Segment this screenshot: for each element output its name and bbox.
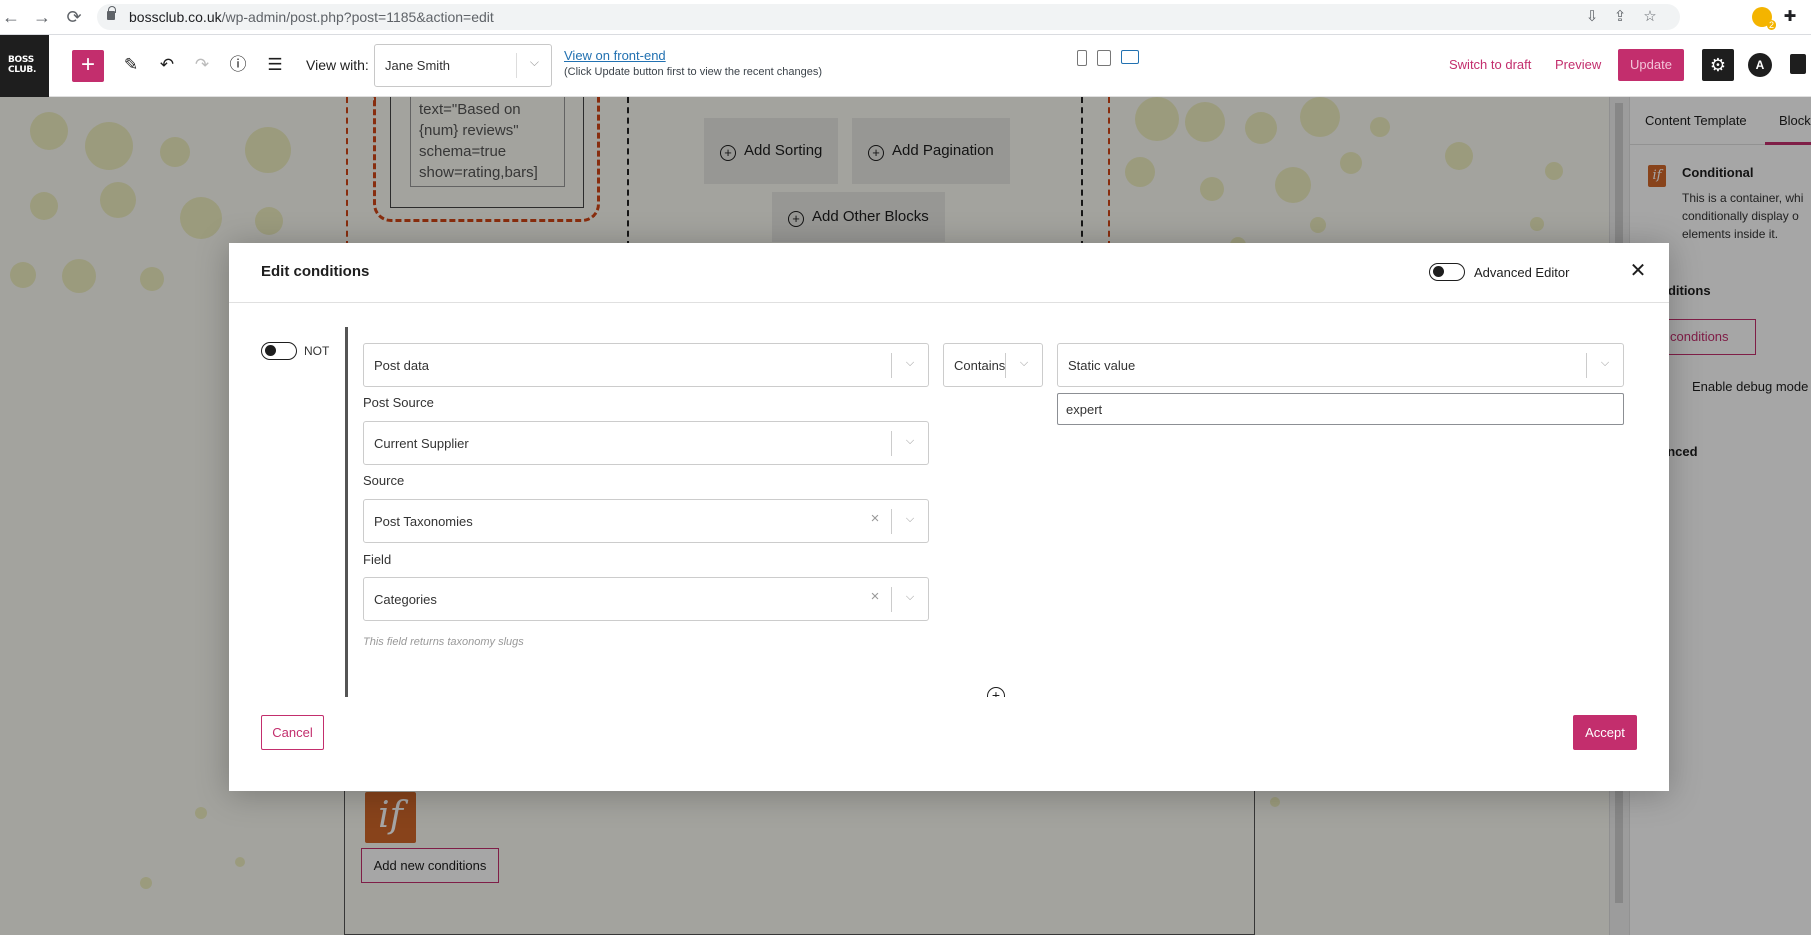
- preview-button[interactable]: Preview: [1555, 57, 1601, 72]
- block-inserter-button[interactable]: +: [72, 50, 104, 82]
- update-button[interactable]: Update: [1618, 49, 1684, 81]
- close-icon[interactable]: ✕: [1626, 259, 1650, 283]
- compare-type-value: Static value: [1068, 358, 1136, 373]
- field-value: Categories: [374, 592, 437, 607]
- extension-icon[interactable]: 2: [1752, 7, 1776, 30]
- compare-type-select[interactable]: Static value ⌵: [1057, 343, 1624, 387]
- toggle-knob: [265, 345, 276, 356]
- undo-icon[interactable]: ↶: [155, 53, 179, 77]
- advanced-editor-label: Advanced Editor: [1474, 265, 1570, 280]
- toggle-knob: [1433, 266, 1444, 277]
- chevron-down-icon[interactable]: ⌵: [530, 55, 539, 70]
- view-with-select[interactable]: Jane Smith ⌵: [374, 44, 552, 87]
- post-source-select[interactable]: Current Supplier ⌵: [363, 421, 929, 465]
- reload-icon[interactable]: ⟳: [63, 6, 85, 28]
- bookmark-star-icon[interactable]: ☆: [1640, 7, 1660, 27]
- clear-icon[interactable]: ×: [868, 511, 882, 526]
- clear-icon[interactable]: ×: [868, 589, 882, 604]
- accept-button[interactable]: Accept: [1573, 715, 1637, 750]
- mobile-preview-icon[interactable]: [1077, 50, 1087, 66]
- source-label: Source: [363, 473, 405, 488]
- address-bar[interactable]: bossclub.co.uk/wp-admin/post.php?post=11…: [97, 4, 1680, 30]
- chevron-down-icon[interactable]: ⌵: [903, 434, 917, 448]
- field-label: Field: [363, 552, 392, 567]
- field-select[interactable]: Categories × ⌵: [363, 577, 929, 621]
- astra-settings-icon[interactable]: A: [1748, 53, 1772, 77]
- source-select[interactable]: Post Taxonomies × ⌵: [363, 499, 929, 543]
- site-logo[interactable]: BOSS CLUB.: [0, 35, 49, 97]
- advanced-editor-toggle[interactable]: [1429, 263, 1465, 281]
- chevron-down-icon[interactable]: ⌵: [903, 512, 917, 526]
- details-info-icon[interactable]: ⓘ: [226, 53, 250, 77]
- add-condition-plus-icon[interactable]: +: [987, 687, 1005, 697]
- field-help-text: This field returns taxonomy slugs: [363, 636, 524, 648]
- view-front-end-link[interactable]: View on front-end: [564, 48, 666, 63]
- select-separator: [891, 353, 892, 378]
- view-with-value: Jane Smith: [385, 58, 451, 73]
- select-separator: [891, 509, 892, 534]
- settings-gear-icon[interactable]: ⚙: [1702, 49, 1734, 81]
- modal-title: Edit conditions: [261, 263, 370, 280]
- chevron-down-icon[interactable]: ⌵: [903, 590, 917, 604]
- redo-icon[interactable]: ↷: [190, 53, 214, 77]
- chevron-down-icon[interactable]: ⌵: [903, 356, 917, 370]
- operator-value: Contains: [954, 358, 1006, 373]
- source-value: Post Taxonomies: [374, 514, 473, 529]
- lock-icon: [107, 6, 116, 20]
- chevron-down-icon[interactable]: ⌵: [1598, 356, 1612, 370]
- select-separator: [891, 431, 892, 456]
- not-toggle[interactable]: [261, 342, 297, 360]
- install-icon[interactable]: ⇩: [1582, 7, 1602, 27]
- chevron-down-icon[interactable]: ⌵: [1017, 356, 1031, 370]
- select-separator: [1005, 353, 1006, 378]
- modal-header: Edit conditions Advanced Editor ✕: [229, 243, 1669, 303]
- select-separator: [516, 53, 517, 78]
- url-host: bossclub.co.uk: [129, 9, 222, 25]
- editor-header: BOSS CLUB. + ✎ ↶ ↷ ⓘ ☰ View with: Jane S…: [0, 35, 1811, 97]
- url-path: /wp-admin/post.php?post=1185&action=edit: [221, 9, 494, 25]
- select-separator: [891, 587, 892, 612]
- cancel-button[interactable]: Cancel: [261, 715, 324, 750]
- operator-select[interactable]: Contains ⌵: [943, 343, 1043, 387]
- url-text[interactable]: bossclub.co.uk/wp-admin/post.php?post=11…: [129, 9, 494, 25]
- extension-badge-count: 2: [1766, 20, 1776, 30]
- puzzle-extensions-icon[interactable]: ✚: [1780, 7, 1800, 27]
- back-arrow-icon[interactable]: ←: [0, 6, 22, 28]
- tablet-preview-icon[interactable]: [1097, 50, 1111, 66]
- edit-conditions-modal: Edit conditions Advanced Editor ✕ NOT Po…: [229, 243, 1669, 791]
- browser-chrome: ← → ⟳ bossclub.co.uk/wp-admin/post.php?p…: [0, 0, 1811, 35]
- post-source-value: Current Supplier: [374, 436, 469, 451]
- condition-type-select[interactable]: Post data ⌵: [363, 343, 929, 387]
- share-icon[interactable]: ⇪: [1610, 7, 1630, 27]
- switch-to-draft-button[interactable]: Switch to draft: [1449, 57, 1531, 72]
- desktop-preview-icon[interactable]: [1121, 50, 1139, 64]
- post-source-label: Post Source: [363, 395, 434, 410]
- panel-toggle-icon[interactable]: [1790, 54, 1806, 74]
- view-with-label: View with:: [306, 57, 369, 73]
- front-end-note: (Click Update button first to view the r…: [564, 66, 823, 78]
- forward-arrow-icon[interactable]: →: [31, 6, 53, 28]
- compare-value-input[interactable]: [1057, 393, 1624, 425]
- condition-type-value: Post data: [374, 358, 429, 373]
- select-separator: [1586, 353, 1587, 378]
- list-view-icon[interactable]: ☰: [263, 53, 287, 77]
- not-label: NOT: [304, 344, 330, 358]
- condition-group-bar: [345, 327, 348, 697]
- pencil-tools-icon[interactable]: ✎: [119, 53, 143, 77]
